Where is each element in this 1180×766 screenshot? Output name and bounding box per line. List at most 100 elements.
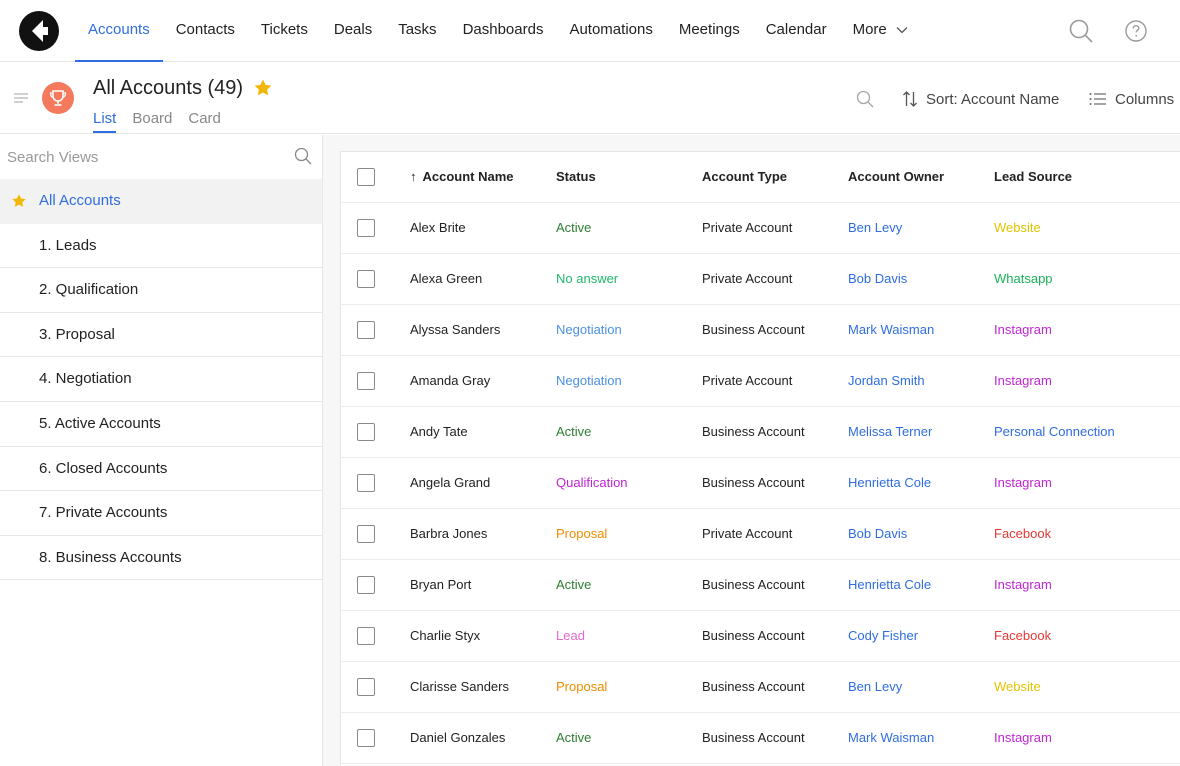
- search-views-icon[interactable]: [294, 147, 312, 165]
- row-checkbox[interactable]: [357, 321, 375, 339]
- account-name[interactable]: Clarisse Sanders: [410, 662, 509, 712]
- tab-list[interactable]: List: [93, 110, 117, 133]
- row-checkbox[interactable]: [357, 576, 375, 594]
- column-header-account-type[interactable]: Account Type: [702, 152, 787, 202]
- sidebar-item-negotiation[interactable]: 4. Negotiation: [0, 357, 322, 402]
- sidebar-item-active-accounts[interactable]: 5. Active Accounts: [0, 402, 322, 447]
- account-owner-link[interactable]: Mark Waisman: [848, 713, 934, 763]
- table-row[interactable]: Bryan Port Active Business Account Henri…: [341, 560, 1180, 611]
- table-row[interactable]: Daniel Gonzales Active Business Account …: [341, 713, 1180, 764]
- account-name[interactable]: Alyssa Sanders: [410, 305, 500, 355]
- columns-button[interactable]: Columns: [1089, 88, 1174, 110]
- row-checkbox[interactable]: [357, 525, 375, 543]
- sidebar-item-all-accounts[interactable]: All Accounts: [0, 179, 322, 224]
- columns-label: Columns: [1115, 90, 1175, 108]
- table-row[interactable]: Andy Tate Active Business Account Meliss…: [341, 407, 1180, 458]
- sidebar-item-qualification[interactable]: 2. Qualification: [0, 268, 322, 313]
- sidebar-item-leads[interactable]: 1. Leads: [0, 224, 322, 269]
- status-text: Negotiation: [556, 322, 622, 337]
- account-owner-link[interactable]: Bob Davis: [848, 509, 907, 559]
- account-name[interactable]: Angela Grand: [410, 458, 490, 508]
- nav-meetings[interactable]: Meetings: [666, 0, 753, 62]
- column-header-lead-source[interactable]: Lead Source: [994, 152, 1072, 202]
- row-checkbox[interactable]: [357, 219, 375, 237]
- account-name[interactable]: Charlie Styx: [410, 611, 480, 661]
- nav-automations[interactable]: Automations: [556, 0, 665, 62]
- menu-icon[interactable]: [14, 93, 28, 105]
- sidebar-item-proposal[interactable]: 3. Proposal: [0, 313, 322, 358]
- table-row[interactable]: Barbra Jones Proposal Private Account Bo…: [341, 509, 1180, 560]
- sidebar-item-private-accounts[interactable]: 7. Private Accounts: [0, 491, 322, 536]
- row-checkbox[interactable]: [357, 474, 375, 492]
- account-owner-link[interactable]: Bob Davis: [848, 254, 907, 304]
- column-header-account-owner[interactable]: Account Owner: [848, 152, 944, 202]
- table-row[interactable]: Amanda Gray Negotiation Private Account …: [341, 356, 1180, 407]
- row-checkbox[interactable]: [357, 627, 375, 645]
- row-checkbox[interactable]: [357, 270, 375, 288]
- account-owner-link[interactable]: Henrietta Cole: [848, 458, 931, 508]
- lead-source: Instagram: [994, 322, 1052, 337]
- table-row[interactable]: Alyssa Sanders Negotiation Business Acco…: [341, 305, 1180, 356]
- account-name[interactable]: Daniel Gonzales: [410, 713, 505, 763]
- status-text: Active: [556, 577, 592, 592]
- accounts-table-area: ↑ Account Name Status Account Type Accoun…: [323, 135, 1180, 766]
- account-owner-link[interactable]: Mark Waisman: [848, 305, 934, 355]
- account-owner-link[interactable]: Melissa Terner: [848, 407, 932, 457]
- account-type: Private Account: [702, 373, 793, 388]
- table-row[interactable]: Alexa Green No answer Private Account Bo…: [341, 254, 1180, 305]
- account-owner-link[interactable]: Jordan Smith: [848, 356, 925, 406]
- lead-source: Instagram: [994, 577, 1052, 592]
- table-row[interactable]: Charlie Styx Lead Business Account Cody …: [341, 611, 1180, 662]
- sidebar-item-label: 6. Closed Accounts: [39, 459, 168, 477]
- search-icon[interactable]: [1068, 18, 1094, 44]
- account-owner-link[interactable]: Henrietta Cole: [848, 560, 931, 610]
- account-name[interactable]: Bryan Port: [410, 560, 471, 610]
- select-all-checkbox[interactable]: [357, 168, 375, 186]
- nav-tickets[interactable]: Tickets: [248, 0, 321, 62]
- table-row[interactable]: Alex Brite Active Private Account Ben Le…: [341, 203, 1180, 254]
- nav-more-label: More: [852, 21, 887, 38]
- sidebar-item-label: 5. Active Accounts: [39, 414, 161, 432]
- search-views-input[interactable]: [0, 135, 280, 179]
- sidebar-item-label: 1. Leads: [39, 236, 97, 254]
- app-logo[interactable]: [19, 11, 59, 51]
- row-checkbox[interactable]: [357, 372, 375, 390]
- row-checkbox[interactable]: [357, 729, 375, 747]
- nav-dashboards[interactable]: Dashboards: [450, 0, 557, 62]
- row-checkbox[interactable]: [357, 423, 375, 441]
- lead-source: Instagram: [994, 475, 1052, 490]
- account-name[interactable]: Andy Tate: [410, 407, 468, 457]
- nav-accounts[interactable]: Accounts: [75, 0, 163, 62]
- view-tabs: List Board Card: [93, 110, 237, 133]
- lead-source: Facebook: [994, 526, 1052, 541]
- lead-source: Whatsapp: [994, 271, 1053, 286]
- lead-source: Personal Connection: [994, 424, 1115, 439]
- table-row[interactable]: Clarisse Sanders Proposal Business Accou…: [341, 662, 1180, 713]
- nav-calendar[interactable]: Calendar: [753, 0, 840, 62]
- nav-deals[interactable]: Deals: [321, 0, 385, 62]
- sidebar-item-closed-accounts[interactable]: 6. Closed Accounts: [0, 447, 322, 492]
- account-owner-link[interactable]: Ben Levy: [848, 662, 902, 712]
- tab-board[interactable]: Board: [132, 110, 172, 133]
- column-header-account-name[interactable]: ↑ Account Name: [410, 152, 514, 202]
- sidebar-item-business-accounts[interactable]: 8. Business Accounts: [0, 536, 322, 581]
- account-name[interactable]: Amanda Gray: [410, 356, 490, 406]
- nav-more[interactable]: More: [840, 0, 921, 62]
- account-owner-link[interactable]: Ben Levy: [848, 203, 902, 253]
- nav-contacts[interactable]: Contacts: [163, 0, 248, 62]
- tab-card[interactable]: Card: [188, 110, 221, 133]
- account-name[interactable]: Barbra Jones: [410, 509, 487, 559]
- column-header-status[interactable]: Status: [556, 152, 596, 202]
- account-name[interactable]: Alexa Green: [410, 254, 482, 304]
- nav-tasks[interactable]: Tasks: [385, 0, 449, 62]
- account-owner-link[interactable]: Cody Fisher: [848, 611, 918, 661]
- sort-button[interactable]: Sort: Account Name: [902, 88, 1059, 110]
- top-navigation: Accounts Contacts Tickets Deals Tasks Da…: [0, 0, 1180, 62]
- row-checkbox[interactable]: [357, 678, 375, 696]
- account-name[interactable]: Alex Brite: [410, 203, 466, 253]
- help-icon[interactable]: [1124, 19, 1148, 43]
- table-search-icon[interactable]: [856, 90, 874, 108]
- table-row[interactable]: Angela Grand Qualification Business Acco…: [341, 458, 1180, 509]
- favorite-star-icon[interactable]: [253, 78, 273, 98]
- sidebar-item-label: All Accounts: [39, 192, 121, 209]
